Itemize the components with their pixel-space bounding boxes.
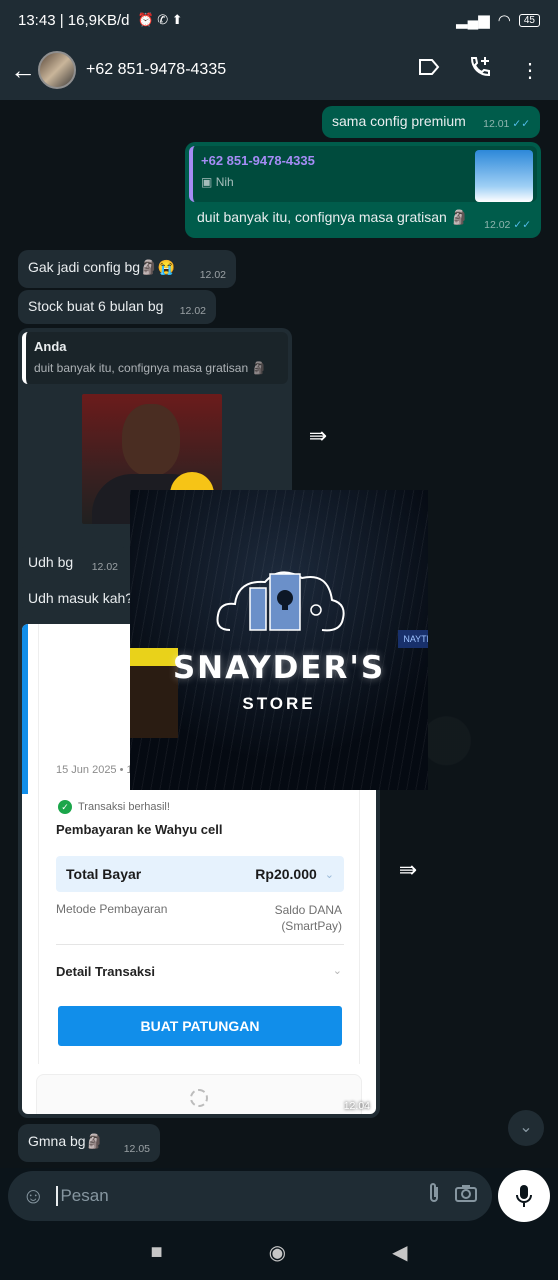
server-cloud-icon [216, 571, 345, 632]
signal-icon: ▂▄▆ [456, 12, 490, 29]
quoted-thumbnail [475, 150, 533, 202]
message-time: 12.01 ✓✓ [483, 118, 530, 130]
store-brand-sub: STORE [242, 694, 316, 713]
message-time: 12.04 [343, 1100, 370, 1112]
receipt-date: 15 Jun 2025 • 1 [56, 764, 133, 776]
store-brand-name: SNAYDER'S [172, 650, 386, 686]
home-icon[interactable]: ◉ [269, 1240, 286, 1265]
label-icon[interactable] [418, 58, 440, 82]
loading-spinner-icon [190, 1089, 208, 1107]
status-bar: 13:43 | 16,9KB/d ⏰ ✆ ⬆ ▂▄▆ ◠ 45 [0, 0, 558, 40]
quoted-text: duit banyak itu, confignya masa gratisan… [34, 361, 267, 375]
total-label: Total Bayar [66, 866, 142, 882]
total-amount: Rp20.000 [255, 866, 317, 882]
mic-icon[interactable] [498, 1170, 550, 1222]
message-incoming[interactable]: Udh masuk kah? [18, 582, 148, 616]
photo-icon: ▣ [201, 175, 213, 189]
message-text: Gak jadi config bg🗿😭 [28, 259, 175, 275]
message-time: 12.02 [199, 269, 226, 281]
quoted-sender: +62 851-9478-4335 [201, 153, 315, 168]
message-time: 12.05 [123, 1143, 150, 1155]
forward-icon[interactable]: ⇛ [302, 420, 334, 452]
quoted-message[interactable]: +62 851-9478-4335 ▣ Nih [189, 146, 537, 202]
payment-method-value: Saldo DANA (SmartPay) [274, 903, 342, 933]
chevron-down-icon: ⌄ [332, 965, 342, 977]
check-icon: ✓ [58, 800, 72, 814]
double-chevron-down-icon[interactable]: ⌄ [508, 1110, 544, 1146]
message-outgoing-reply[interactable]: +62 851-9478-4335 ▣ Nih duit banyak itu,… [185, 142, 541, 238]
divider [56, 944, 344, 945]
message-incoming[interactable]: Gak jadi config bg🗿😭 12.02 [18, 250, 236, 288]
more-vert-icon[interactable]: ⋮ [520, 58, 540, 83]
quoted-message[interactable]: Anda duit banyak itu, confignya masa gra… [22, 332, 288, 384]
street-sign: NAYTE [398, 630, 428, 648]
recents-icon[interactable]: ■ [151, 1241, 163, 1264]
forward-icon[interactable]: ⇛ [392, 854, 424, 886]
receipt-payee: Pembayaran ke Wahyu cell [56, 822, 223, 837]
header-actions: ⋮ [418, 55, 548, 85]
battery-indicator: 45 [518, 13, 540, 27]
message-composer: ☺ [0, 1168, 558, 1224]
back-nav-icon[interactable]: ◀ [392, 1240, 407, 1265]
contact-name[interactable]: +62 851-9478-4335 [86, 61, 226, 79]
composer-pill: ☺ [8, 1171, 493, 1221]
message-incoming[interactable]: Stock buat 6 bulan bg 12.02 [18, 290, 216, 324]
message-time: 12.02 ✓✓ [484, 219, 531, 231]
message-text: Stock buat 6 bulan bg [28, 298, 164, 314]
receipt-total-row: Total Bayar Rp20.000 ⌄ [56, 856, 344, 892]
paperclip-icon[interactable] [426, 1182, 442, 1210]
message-time: 12.02 [179, 305, 206, 317]
transaction-detail-label: Detail Transaksi [56, 964, 155, 979]
chevron-down-icon: ⌄ [324, 868, 334, 881]
message-text: sama config premium [332, 113, 466, 129]
store-logo-overlay: NAYTE SNAYDER'S STORE [130, 490, 428, 790]
add-call-icon[interactable] [468, 55, 492, 85]
status-time: 13:43 | 16,9KB/d [18, 11, 130, 29]
system-nav-bar: ■ ◉ ◀ [0, 1224, 558, 1280]
message-text: Udh masuk kah? [28, 590, 134, 606]
message-outgoing[interactable]: sama config premium 12.01 ✓✓ [322, 106, 540, 138]
loading-card [36, 1074, 362, 1114]
quoted-sender: Anda [34, 339, 67, 354]
message-text: Udh bg [28, 554, 74, 570]
avatar[interactable] [38, 51, 76, 89]
status-right: ▂▄▆ ◠ 45 [456, 11, 540, 29]
message-time: 12.02 [91, 561, 118, 573]
payment-method-label: Metode Pembayaran [56, 902, 168, 916]
message-incoming[interactable]: Gmna bg🗿 12.05 [18, 1124, 160, 1162]
chat-header: ← +62 851-9478-4335 ⋮ [0, 40, 558, 100]
wifi-icon: ◠ [497, 12, 511, 29]
sticker-icon[interactable]: ☺ [22, 1183, 44, 1209]
message-input[interactable] [56, 1186, 415, 1206]
arrow-left-icon[interactable]: ← [10, 55, 36, 86]
read-ticks-icon: ✓✓ [513, 219, 531, 231]
status-notification-icons: ⏰ ✆ ⬆ [137, 12, 183, 27]
message-incoming[interactable]: Udh bg 12.02 [18, 546, 128, 580]
camera-icon[interactable] [454, 1183, 478, 1209]
message-text: Gmna bg🗿 [28, 1133, 104, 1149]
patungan-button: BUAT PATUNGAN [58, 1006, 342, 1046]
read-ticks-icon: ✓✓ [512, 118, 530, 130]
quoted-text: ▣ Nih [201, 175, 234, 189]
receipt-status: ✓ Transaksi berhasil! [58, 800, 170, 814]
